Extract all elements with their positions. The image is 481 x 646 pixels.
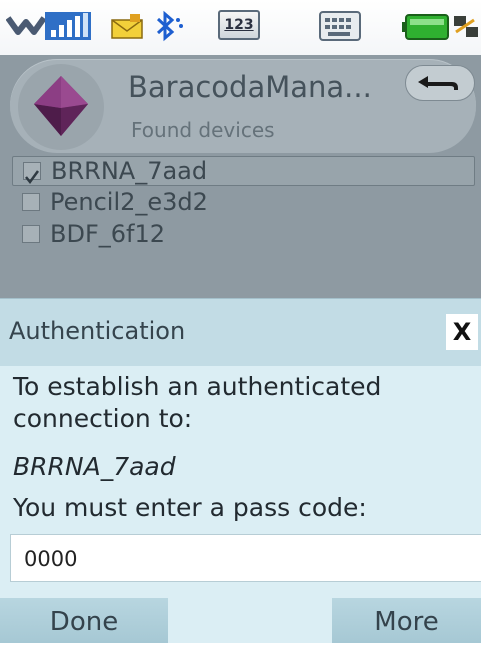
purple-gem-icon — [34, 76, 88, 136]
dialog-header: Authentication X — [0, 298, 481, 366]
dialog-title: Authentication — [9, 317, 186, 345]
checkmark-icon — [25, 170, 40, 185]
checkbox[interactable] — [22, 225, 40, 243]
app-background: BaracodaMana... Found devices BRRNA_7aad… — [0, 55, 481, 298]
list-item[interactable]: Pencil2_e3d2 — [12, 188, 475, 218]
checkbox[interactable] — [22, 193, 40, 211]
dialog-message: To establish an authenticated connection… — [13, 372, 382, 433]
notification-chevron-icon[interactable] — [6, 12, 46, 40]
app-header: BaracodaMana... Found devices — [10, 59, 476, 153]
bluetooth-icon — [156, 10, 183, 42]
device-label: Pencil2_e3d2 — [50, 188, 208, 216]
passcode-input[interactable]: 0000 — [10, 534, 481, 582]
status-bar: 123 — [0, 0, 481, 55]
signal-strength-icon — [45, 12, 91, 40]
keyboard-icon[interactable] — [318, 10, 362, 42]
device-label: BDF_6f12 — [50, 220, 166, 248]
middle-softkey[interactable] — [168, 598, 332, 643]
dialog-body: To establish an authenticated connection… — [0, 366, 481, 598]
list-item[interactable]: BRRNA_7aad — [12, 156, 475, 186]
checkbox[interactable] — [23, 162, 41, 185]
close-button[interactable]: X — [446, 314, 478, 350]
device-label: BRRNA_7aad — [51, 157, 208, 185]
keypad-123-icon[interactable]: 123 — [218, 10, 260, 40]
app-subtitle: Found devices — [131, 118, 275, 142]
message-envelope-icon — [111, 14, 143, 39]
app-title: BaracodaMana... — [128, 70, 372, 104]
more-button[interactable]: More — [332, 598, 481, 643]
app-logo — [18, 64, 104, 150]
softkey-bar: Done More — [0, 598, 481, 643]
done-button[interactable]: Done — [0, 598, 168, 643]
dialog-prompt: You must enter a pass code: — [13, 493, 367, 522]
back-arrow-icon — [418, 76, 458, 90]
back-button[interactable] — [405, 65, 475, 101]
dialog-device-name: BRRNA_7aad — [13, 452, 176, 481]
battery-icon — [402, 14, 449, 40]
connection-icon — [454, 16, 478, 37]
list-item[interactable]: BDF_6f12 — [12, 220, 475, 250]
